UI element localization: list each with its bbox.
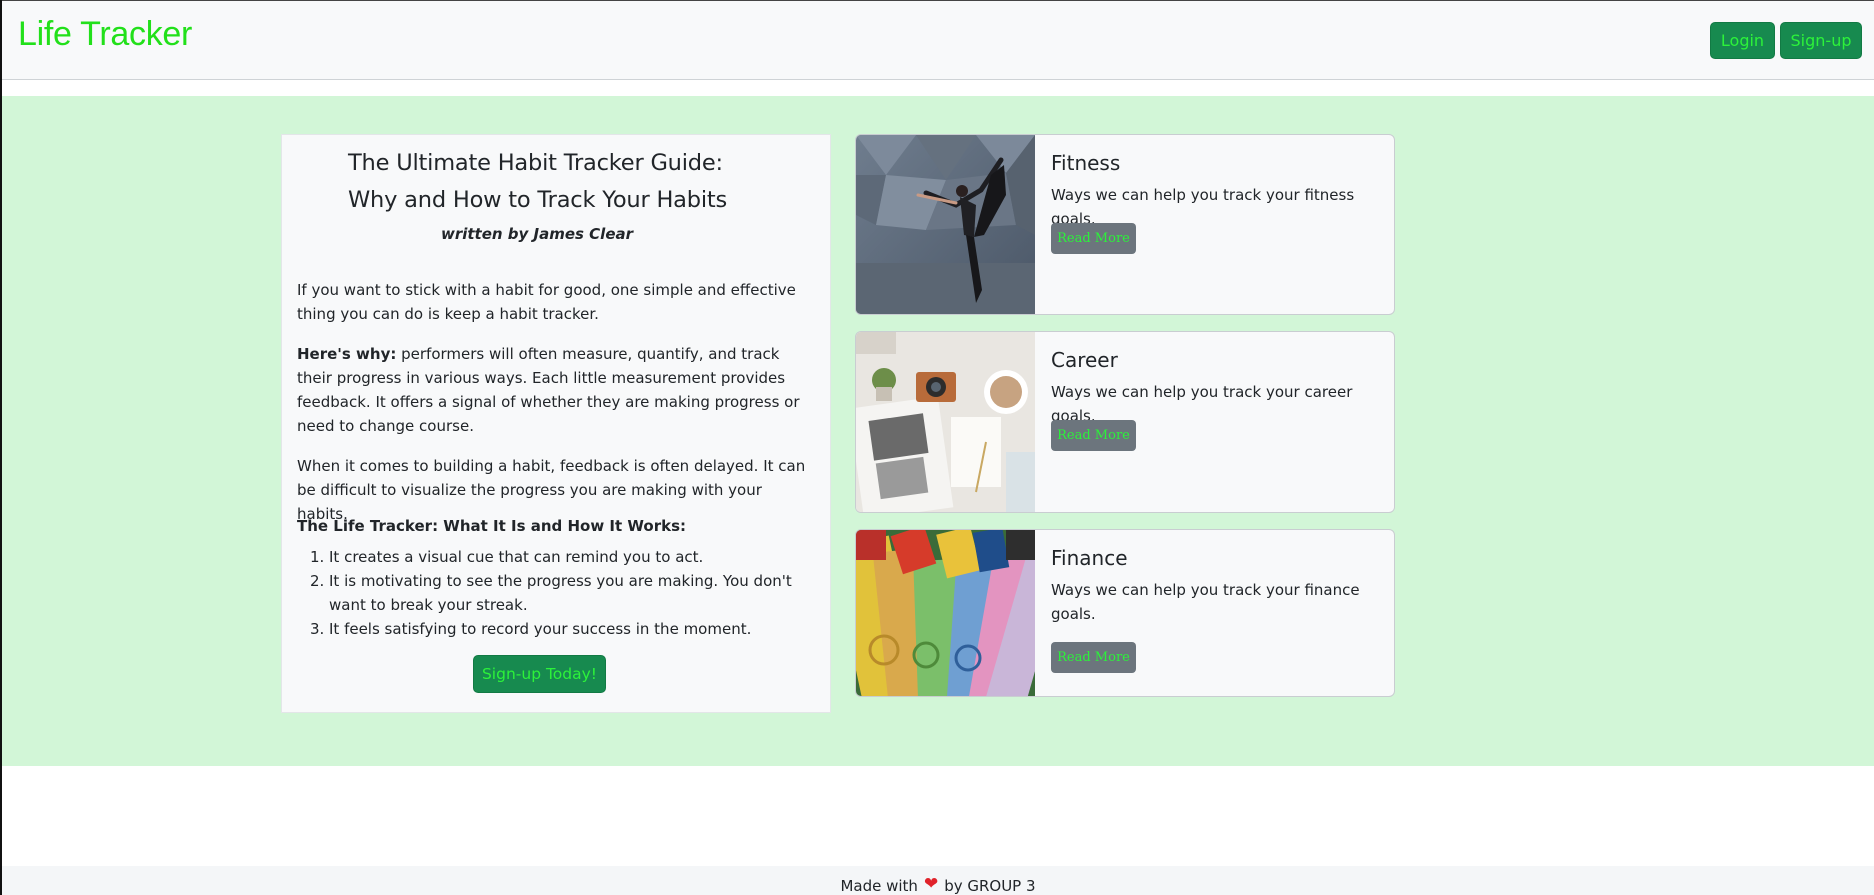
article-subheading: The Life Tracker: What It Is and How It … bbox=[297, 517, 687, 535]
article-title-line2: Why and How to Track Your Habits bbox=[348, 187, 728, 213]
fitness-read-more-button[interactable]: Read More bbox=[1051, 223, 1136, 254]
finance-image bbox=[856, 530, 1035, 696]
heart-icon: ❤ bbox=[923, 874, 939, 894]
fitness-card-title: Fitness bbox=[1051, 151, 1121, 175]
fitness-card: Fitness Ways we can help you track your … bbox=[855, 134, 1395, 315]
steps-list: 1. It creates a visual cue that can remin… bbox=[297, 545, 817, 641]
career-read-more-button[interactable]: Read More bbox=[1051, 420, 1136, 451]
list-item: 3. It feels satisfying to record your suc… bbox=[310, 620, 752, 638]
top-navbar: Life Tracker Login Sign-up bbox=[2, 0, 1874, 80]
list-item: 2. It is motivating to see the progress y… bbox=[310, 572, 792, 614]
career-card: Career Ways we can help you track your c… bbox=[855, 331, 1395, 513]
footer-by-group: by GROUP 3 bbox=[944, 877, 1036, 895]
footer-made-with: Made with bbox=[840, 877, 918, 895]
career-card-title: Career bbox=[1051, 348, 1118, 372]
habit-guide-article: The Ultimate Habit Tracker Guide: Why an… bbox=[281, 134, 831, 713]
finance-card: Finance Ways we can help you track your … bbox=[855, 529, 1395, 697]
finance-read-more-button[interactable]: Read More bbox=[1051, 642, 1136, 673]
article-paragraph-3: When it comes to building a habit, feedb… bbox=[297, 457, 806, 523]
signup-button[interactable]: Sign-up bbox=[1780, 22, 1862, 59]
page-footer: Made with ❤ by GROUP 3 bbox=[2, 866, 1874, 895]
finance-card-description: Ways we can help you track your finance … bbox=[1051, 581, 1360, 623]
fitness-image bbox=[856, 135, 1035, 314]
article-byline: written by James Clear bbox=[440, 225, 634, 243]
article-paragraph-1: If you want to stick with a habit for go… bbox=[297, 281, 796, 323]
login-button[interactable]: Login bbox=[1710, 22, 1775, 59]
career-image bbox=[856, 332, 1035, 512]
list-item: 1. It creates a visual cue that can remin… bbox=[310, 548, 704, 566]
brand-logo[interactable]: Life Tracker bbox=[18, 15, 192, 54]
heres-why-label: Here's why: bbox=[297, 345, 397, 363]
article-title-line1: The Ultimate Habit Tracker Guide: bbox=[348, 150, 723, 176]
article-paragraph-2: Here's why: performers will often measur… bbox=[297, 342, 817, 438]
signup-today-button[interactable]: Sign-up Today! bbox=[473, 655, 606, 693]
finance-card-title: Finance bbox=[1051, 546, 1128, 570]
